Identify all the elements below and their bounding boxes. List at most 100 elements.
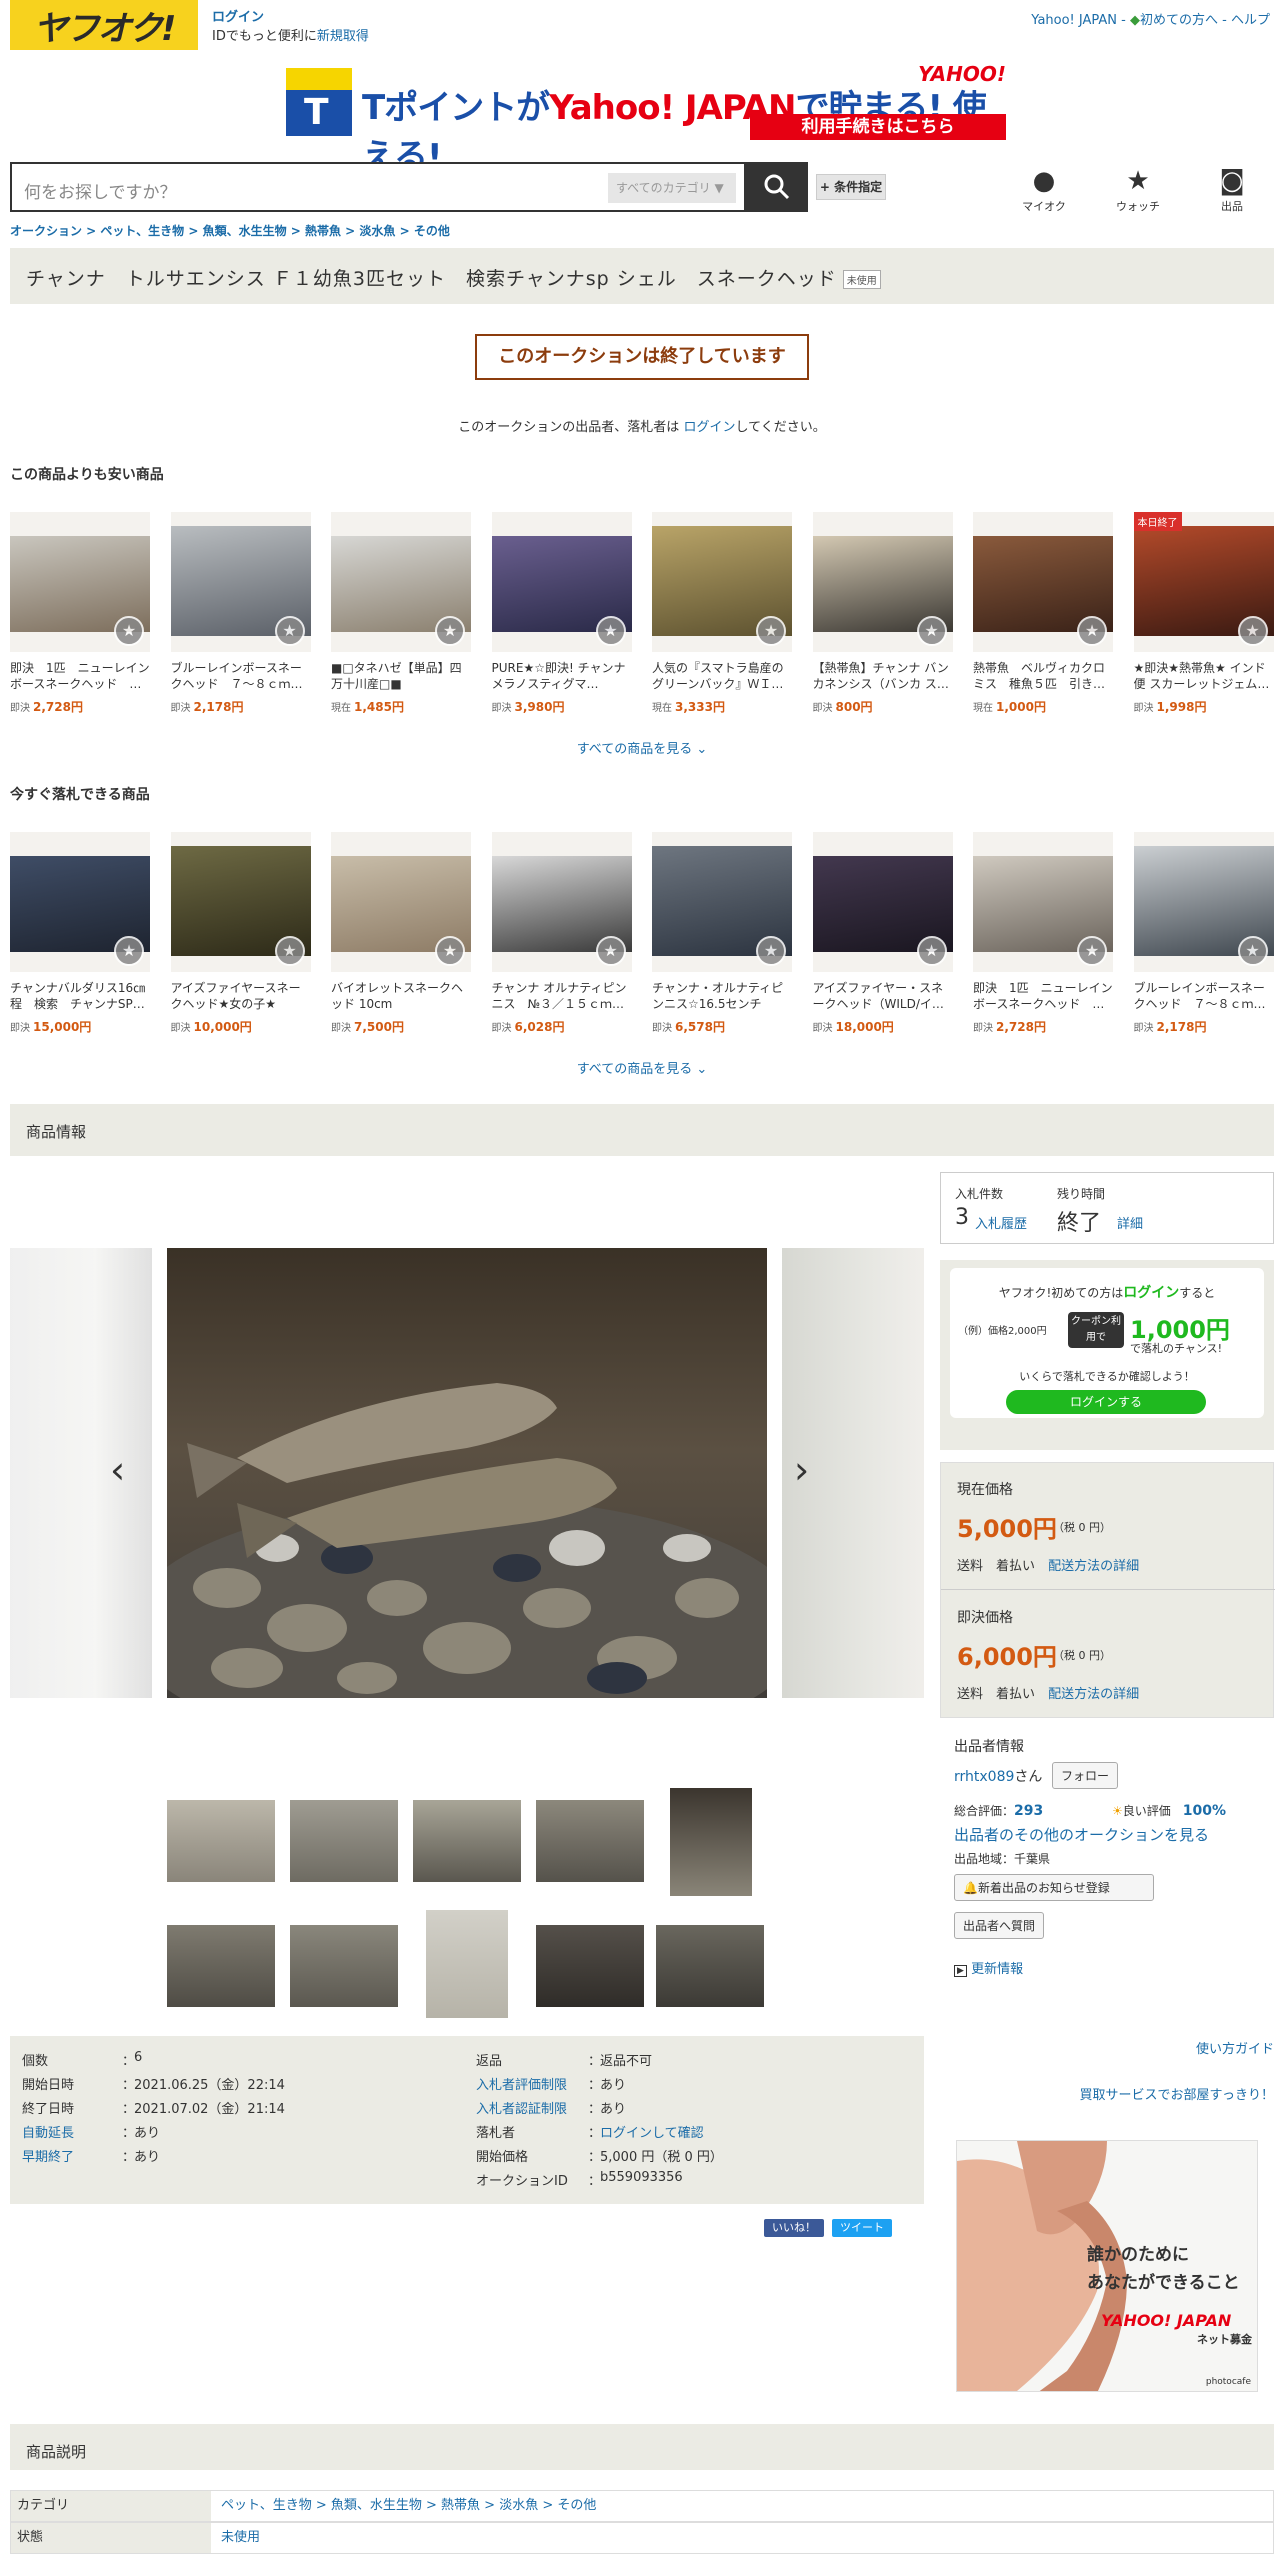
product-name[interactable]: ★即決★熱帯魚★ インド便 スカーレットジェム… bbox=[1134, 660, 1274, 692]
search-button[interactable] bbox=[746, 162, 808, 212]
product-thumbnail[interactable]: ★ bbox=[331, 512, 471, 652]
login-link[interactable]: ログイン bbox=[212, 8, 369, 27]
other-auctions-link[interactable]: 出品者のその他のオークションを見る bbox=[954, 1824, 1209, 1845]
update-info-link[interactable]: ▶ 更新情報 bbox=[954, 1958, 1023, 1977]
cheaper-card[interactable]: 本日終了 ★ ★即決★熱帯魚★ インド便 スカーレットジェム… 即決 1,998円 bbox=[1133, 512, 1274, 722]
product-name[interactable]: チャンナバルダリス16㎝程 検索 チャンナSP… bbox=[10, 980, 150, 1012]
buynow-card[interactable]: ★ チャンナ・オルナティピンニス☆16.5センチ±☆… 即決6,578円 bbox=[652, 832, 792, 1042]
notify-button[interactable]: 🔔新着出品のお知らせ登録 bbox=[954, 1874, 1154, 1901]
buynow-card[interactable]: ★ バイオレットスネークヘッド 10cm 即決 7,500円 bbox=[331, 832, 471, 1042]
buynow-shipping-detail-link[interactable]: 配送方法の詳細 bbox=[1048, 1687, 1139, 1702]
cheaper-card[interactable]: ★ ブルーレインボースネークヘッド ７～８ｃｍ… 即決 2,178円 bbox=[170, 512, 311, 722]
watch-star-icon[interactable]: ★ bbox=[756, 936, 786, 966]
condition-link[interactable]: 未使用 bbox=[221, 2523, 260, 2553]
thumbnail-5[interactable] bbox=[670, 1788, 752, 1896]
guide-link[interactable]: 使い方ガイド bbox=[1196, 2038, 1274, 2057]
product-thumbnail[interactable]: ★ bbox=[170, 832, 311, 972]
buynow-see-all[interactable]: すべての商品を見る ⌄ bbox=[0, 1058, 1284, 1077]
time-detail-link[interactable]: 詳細 bbox=[1117, 1213, 1143, 1232]
yahuoku-logo[interactable]: ヤフオク! bbox=[10, 0, 198, 50]
sell-button[interactable]: ◙ 出品 bbox=[1202, 166, 1262, 214]
product-name[interactable]: バイオレットスネークヘッド 10cm bbox=[331, 980, 471, 1012]
promo-login-button[interactable]: ログインする bbox=[1006, 1390, 1206, 1414]
watch-star-icon[interactable]: ★ bbox=[274, 936, 305, 966]
product-name[interactable]: PURE★☆即決! チャンナ メラノスティグマ… bbox=[492, 660, 632, 692]
product-thumbnail[interactable]: 本日終了 ★ bbox=[1133, 512, 1274, 652]
next-arrow-icon[interactable]: › bbox=[794, 1448, 809, 1492]
buynow-card[interactable]: ★ ブルーレインボースネークヘッド ７～８ｃｍ… 即決 2,178円 bbox=[1133, 832, 1274, 1042]
product-thumbnail[interactable]: ★ bbox=[10, 832, 150, 972]
spec-key[interactable]: 入札者評価制限 bbox=[476, 2074, 588, 2093]
category-select[interactable]: すべてのカテゴリ ▼ bbox=[608, 173, 736, 203]
buy-service-link[interactable]: 買取サービスでお部屋すっきり！ bbox=[1080, 2084, 1274, 2103]
product-name[interactable]: ブルーレインボースネークヘッド ７～８ｃｍ… bbox=[171, 660, 311, 692]
thumbnail-7[interactable] bbox=[290, 1925, 398, 2007]
thumbnail-1[interactable] bbox=[167, 1800, 275, 1882]
yahoo-japan-link[interactable]: Yahoo! JAPAN bbox=[1031, 13, 1117, 28]
product-name[interactable]: チャンナ・オルナティピンニス☆16.5センチ±☆… bbox=[652, 980, 792, 1012]
cheaper-card[interactable]: ★ PURE★☆即決! チャンナ メラノスティグマ… 即決 3,980円 bbox=[491, 512, 632, 722]
watch-star-icon[interactable]: ★ bbox=[1237, 936, 1268, 966]
product-thumbnail[interactable]: ★ bbox=[812, 832, 953, 972]
tpoint-banner[interactable]: T TポイントがYahoo! JAPANで貯まる! 使える! YAHOO! 利用… bbox=[286, 62, 1006, 177]
watch-star-icon[interactable]: ★ bbox=[1077, 616, 1107, 646]
main-product-image[interactable] bbox=[167, 1248, 767, 1698]
myauc-button[interactable]: ● マイオク bbox=[1014, 166, 1074, 214]
shipping-detail-link[interactable]: 配送方法の詳細 bbox=[1048, 1559, 1139, 1574]
watch-star-icon[interactable]: ★ bbox=[114, 616, 144, 646]
product-name[interactable]: 【熱帯魚】チャンナ バンカネンシス（バンカ ス… bbox=[813, 660, 953, 692]
cheaper-card[interactable]: ★ 人気の『スマトラ島産のグリーンバック』ＷＩ… 現在 3,333円 bbox=[652, 512, 792, 722]
product-name[interactable]: 即決 1匹 ニューレインボースネークヘッド … bbox=[973, 980, 1113, 1012]
prev-image-preview[interactable] bbox=[10, 1248, 152, 1698]
ask-seller-button[interactable]: 出品者へ質問 bbox=[954, 1912, 1045, 1939]
product-thumbnail[interactable]: ★ bbox=[812, 512, 953, 652]
thumbnail-9[interactable] bbox=[536, 1925, 644, 2007]
product-name[interactable]: 人気の『スマトラ島産のグリーンバック』ＷＩ… bbox=[652, 660, 792, 692]
spec-key[interactable]: 入札者認証制限 bbox=[476, 2098, 588, 2117]
ended-login-link[interactable]: ログイン bbox=[683, 420, 735, 435]
product-thumbnail[interactable]: ★ bbox=[652, 512, 792, 652]
watch-star-icon[interactable]: ★ bbox=[595, 616, 626, 646]
product-thumbnail[interactable]: ★ bbox=[491, 512, 632, 652]
search-input[interactable]: 何をお探しですか？ bbox=[24, 178, 177, 203]
cheaper-card[interactable]: ★ 熱帯魚 ベルヴィカクロミス 稚魚５匹 引き… 現在 1,000円 bbox=[973, 512, 1113, 722]
thumbnail-2[interactable] bbox=[290, 1800, 398, 1882]
breadcrumb[interactable]: オークション > ペット、生き物 > 魚類、水生生物 > 熱帯魚 > 淡水魚 >… bbox=[10, 222, 450, 239]
product-name[interactable]: 熱帯魚 ベルヴィカクロミス 稚魚５匹 引き… bbox=[973, 660, 1113, 692]
buynow-card[interactable]: ★ アイズファイヤースネークヘッド★女の子★ 即決 10,000円 bbox=[170, 832, 311, 1042]
bid-history-link[interactable]: 入札履歴 bbox=[975, 1213, 1027, 1232]
watch-star-icon[interactable]: ★ bbox=[756, 616, 786, 646]
product-thumbnail[interactable]: ★ bbox=[973, 832, 1113, 972]
thumbnail-4[interactable] bbox=[536, 1800, 644, 1882]
product-thumbnail[interactable]: ★ bbox=[1133, 832, 1274, 972]
prev-arrow-icon[interactable]: ‹ bbox=[110, 1448, 125, 1492]
help-link[interactable]: ヘルプ bbox=[1231, 13, 1270, 28]
product-name[interactable]: チャンナ オルナティピンニス №３／１５ｃｍ… bbox=[492, 980, 632, 1012]
thumbnail-3[interactable] bbox=[413, 1800, 521, 1882]
charity-ad[interactable]: 誰かのために あなたができること YAHOO! JAPAN ネット募金 photo… bbox=[956, 2140, 1258, 2392]
watch-star-icon[interactable]: ★ bbox=[435, 936, 465, 966]
watch-star-icon[interactable]: ★ bbox=[114, 936, 144, 966]
product-name[interactable]: アイズファイヤー・スネークヘッド（WILD/イ… bbox=[813, 980, 953, 1012]
conditions-button[interactable]: + 条件指定 bbox=[816, 174, 886, 200]
beginner-link[interactable]: 初めての方へ bbox=[1140, 13, 1218, 28]
watch-star-icon[interactable]: ★ bbox=[916, 616, 947, 646]
watch-button[interactable]: ★ ウォッチ bbox=[1108, 166, 1168, 214]
banner-cta[interactable]: 利用手続きはこちら bbox=[750, 114, 1006, 140]
spec-key[interactable]: 自動延長 bbox=[22, 2122, 112, 2141]
buynow-card[interactable]: ★ チャンナバルダリス16㎝程 検索 チャンナSP… 即決 15,000円 bbox=[10, 832, 150, 1042]
product-thumbnail[interactable]: ★ bbox=[652, 832, 792, 972]
product-name[interactable]: ブルーレインボースネークヘッド ７～８ｃｍ… bbox=[1134, 980, 1274, 1012]
thumbnail-8[interactable] bbox=[426, 1910, 508, 2018]
cheaper-card[interactable]: ★ ■□タネハゼ【単品】四万十川産□■ 現在 1,485円 bbox=[331, 512, 471, 722]
cheaper-see-all[interactable]: すべての商品を見る ⌄ bbox=[0, 738, 1284, 757]
watch-star-icon[interactable]: ★ bbox=[1077, 936, 1107, 966]
product-name[interactable]: 即決 1匹 ニューレインボースネークヘッド … bbox=[10, 660, 150, 692]
product-thumbnail[interactable]: ★ bbox=[10, 512, 150, 652]
product-thumbnail[interactable]: ★ bbox=[491, 832, 632, 972]
product-name[interactable]: ■□タネハゼ【単品】四万十川産□■ bbox=[331, 660, 471, 692]
facebook-like-button[interactable]: いいね！ bbox=[764, 2219, 824, 2237]
cheaper-card[interactable]: ★ 【熱帯魚】チャンナ バンカネンシス（バンカ ス… 即決 800円 bbox=[812, 512, 953, 722]
product-thumbnail[interactable]: ★ bbox=[170, 512, 311, 652]
product-name[interactable]: アイズファイヤースネークヘッド★女の子★ bbox=[171, 980, 311, 1012]
